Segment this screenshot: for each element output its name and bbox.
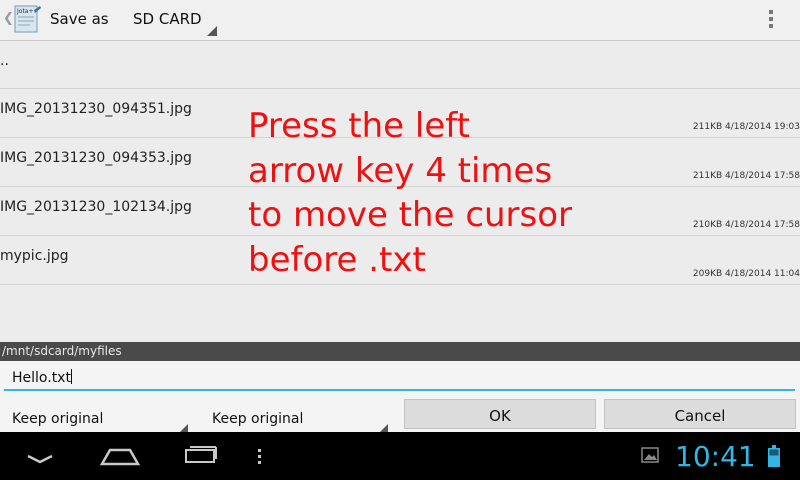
dropdown-triangle-icon (180, 424, 188, 432)
overflow-menu-icon[interactable] (764, 8, 778, 34)
page-title: Save as (50, 10, 109, 28)
filename-input[interactable]: Hello.txt (4, 365, 795, 391)
ok-button[interactable]: OK (404, 399, 596, 429)
linebreak-dropdown[interactable]: Keep original (200, 399, 390, 432)
file-meta: 209KB 4/18/2014 11:04 (693, 269, 800, 279)
storage-location-label: SD CARD (133, 10, 202, 28)
filename-text: Hello.txt (12, 370, 71, 386)
file-meta: 211KB 4/18/2014 19:03 (693, 122, 800, 132)
file-size: 210KB (692, 220, 723, 230)
image-notification-icon (641, 447, 659, 463)
file-date: 4/18/2014 11:04 (725, 269, 800, 279)
linebreak-dropdown-value: Keep original (212, 411, 304, 427)
action-bar: ❮ Jota+ Save as SD CARD (0, 0, 800, 41)
file-size: 211KB (692, 122, 723, 132)
home-icon[interactable] (98, 432, 142, 480)
save-panel: Hello.txt Keep original Keep original OK… (0, 361, 800, 432)
encoding-dropdown-value: Keep original (12, 411, 104, 427)
cancel-button[interactable]: Cancel (604, 399, 796, 429)
file-date: 4/18/2014 17:58 (725, 171, 800, 181)
spinner-triangle-icon (207, 26, 217, 36)
battery-icon (768, 445, 780, 467)
file-meta: 211KB 4/18/2014 17:58 (693, 171, 800, 181)
encoding-dropdown[interactable]: Keep original (0, 399, 190, 432)
file-date: 4/18/2014 17:58 (725, 220, 800, 230)
file-meta: 210KB 4/18/2014 17:58 (693, 220, 800, 230)
file-name: IMG_20131230_094353.jpg (0, 150, 192, 166)
menu-dots-icon[interactable] (252, 432, 268, 480)
file-size: 209KB (692, 269, 723, 279)
dropdown-triangle-icon (380, 424, 388, 432)
back-icon[interactable] (20, 432, 60, 480)
list-item-parent[interactable]: .. (0, 41, 800, 89)
instruction-overlay: Press the left arrow key 4 times to move… (248, 106, 573, 280)
file-name: mypic.jpg (0, 248, 69, 264)
file-name: IMG_20131230_094351.jpg (0, 101, 192, 117)
filename-value: Hello.txt (12, 369, 72, 386)
file-name: IMG_20131230_102134.jpg (0, 199, 192, 215)
file-date: 4/18/2014 19:03 (725, 122, 800, 132)
file-name: .. (0, 53, 9, 69)
storage-location-spinner[interactable]: SD CARD (133, 0, 223, 40)
system-navigation-bar: 10:41 (0, 432, 800, 480)
current-path: /mnt/sdcard/myfiles (0, 342, 800, 361)
app-icon-label: Jota+ (16, 8, 34, 15)
jota-app-icon[interactable]: Jota+ (14, 4, 42, 34)
up-chevron-icon[interactable]: ❮ (3, 11, 14, 26)
text-cursor (70, 369, 72, 384)
recent-apps-icon[interactable] (180, 432, 220, 480)
clock: 10:41 (675, 440, 756, 473)
file-size: 211KB (692, 171, 723, 181)
